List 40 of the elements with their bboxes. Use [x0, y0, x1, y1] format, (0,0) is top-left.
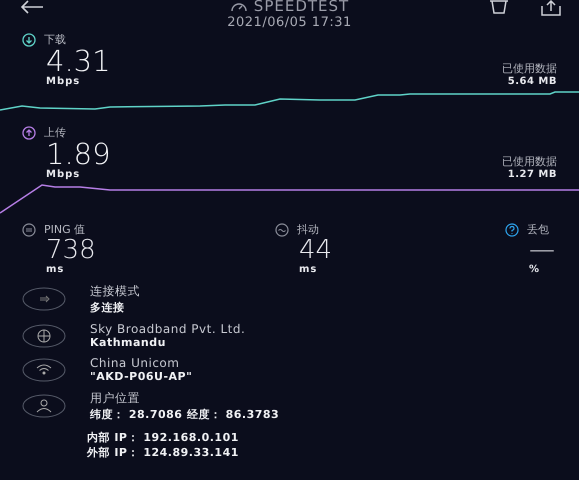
- info-detail: "AKD-P06U-AP": [90, 370, 192, 383]
- stat-unit: ms: [299, 264, 318, 275]
- speed-label: 上传: [44, 125, 66, 140]
- stat-label: 丢包: [527, 222, 549, 237]
- person-icon: [22, 394, 66, 418]
- ip-address: 内部 IP： 192.168.0.101: [87, 430, 240, 445]
- stat-label: 抖动: [297, 222, 319, 237]
- data-used-label: 已使用数据: [502, 154, 557, 169]
- stat-value: —: [529, 237, 556, 264]
- stat-unit: %: [529, 264, 542, 275]
- data-used-label: 已使用数据: [502, 61, 557, 76]
- info-detail: 多连接: [90, 300, 126, 315]
- speed-unit: Mbps: [46, 76, 82, 87]
- info-title: China Unicom: [90, 356, 180, 370]
- stat-value: 44: [299, 237, 334, 264]
- share-icon: [541, 0, 561, 16]
- speed-value: 4.31: [46, 47, 111, 76]
- back-arrow-icon: [20, 0, 44, 14]
- stat-label: PING 值: [44, 222, 86, 237]
- share-button[interactable]: [541, 0, 561, 16]
- delete-button[interactable]: [489, 0, 509, 16]
- speed-label: 下载: [44, 32, 66, 47]
- trash-icon: [489, 0, 509, 14]
- info-title: 连接模式: [90, 283, 140, 300]
- stat-unit: ms: [46, 264, 66, 275]
- globe-icon: [22, 324, 66, 348]
- stat-value: 738: [46, 237, 97, 264]
- arrows-icon: [22, 287, 66, 311]
- speed-value: 1.89: [46, 140, 111, 169]
- ip-address: 外部 IP： 124.89.33.141: [87, 445, 240, 460]
- test-date: 2021/06/05 17:31: [227, 15, 352, 30]
- data-used-value: 5.64 MB: [508, 76, 557, 87]
- wifi-icon: [22, 358, 66, 382]
- info-title: Sky Broadband Pvt. Ltd.: [90, 322, 246, 336]
- speed-unit: Mbps: [46, 169, 82, 180]
- app-title: SPEEDTEST: [254, 0, 350, 15]
- info-title: 用户位置: [90, 390, 141, 407]
- data-used-value: 1.27 MB: [508, 169, 557, 180]
- info-detail: 纬度： 28.7086 经度： 86.3783: [90, 407, 280, 422]
- info-detail: Kathmandu: [90, 336, 167, 349]
